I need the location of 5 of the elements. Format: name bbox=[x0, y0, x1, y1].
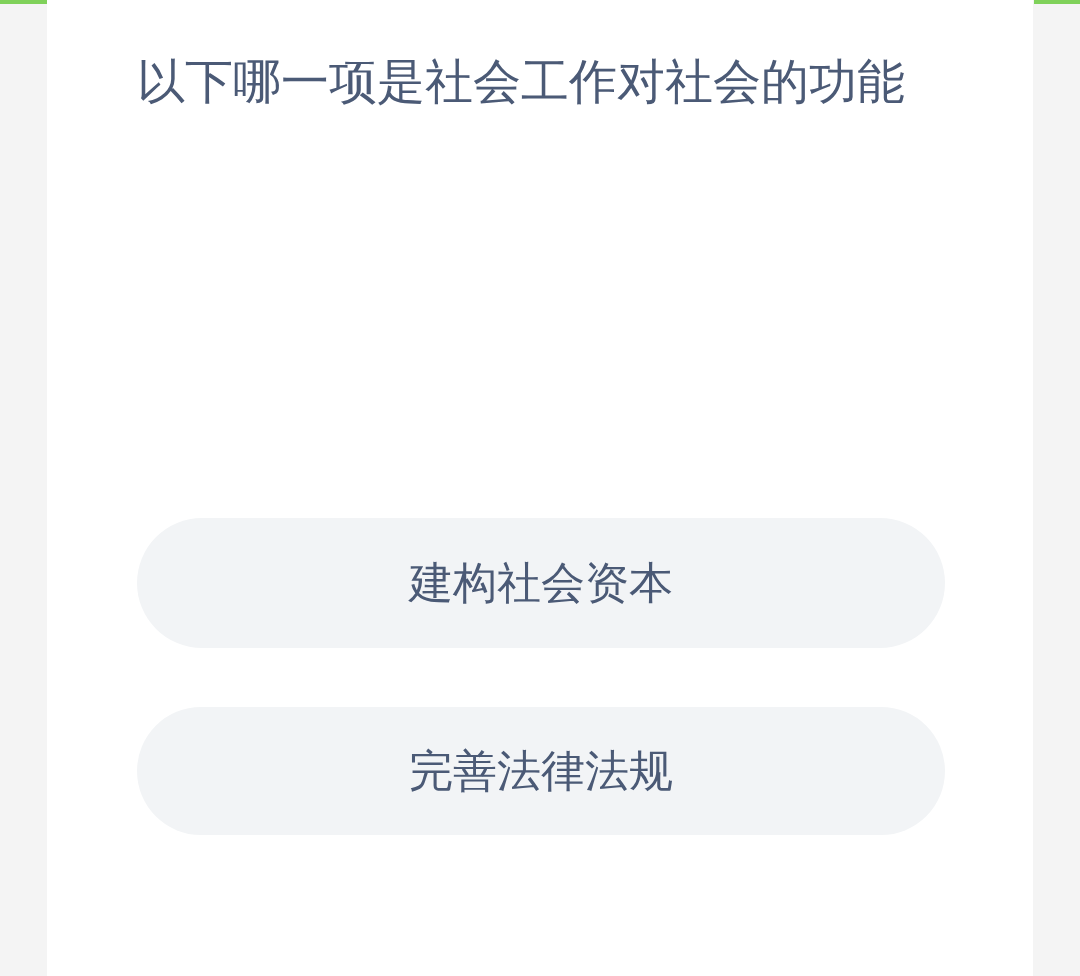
progress-strip bbox=[1034, 0, 1080, 4]
progress-strip bbox=[0, 0, 47, 4]
answer-option[interactable]: 建构社会资本 bbox=[137, 518, 945, 648]
answer-option[interactable]: 完善法律法规 bbox=[137, 707, 945, 835]
question-text: 以下哪一项是社会工作对社会的功能 bbox=[137, 52, 906, 111]
